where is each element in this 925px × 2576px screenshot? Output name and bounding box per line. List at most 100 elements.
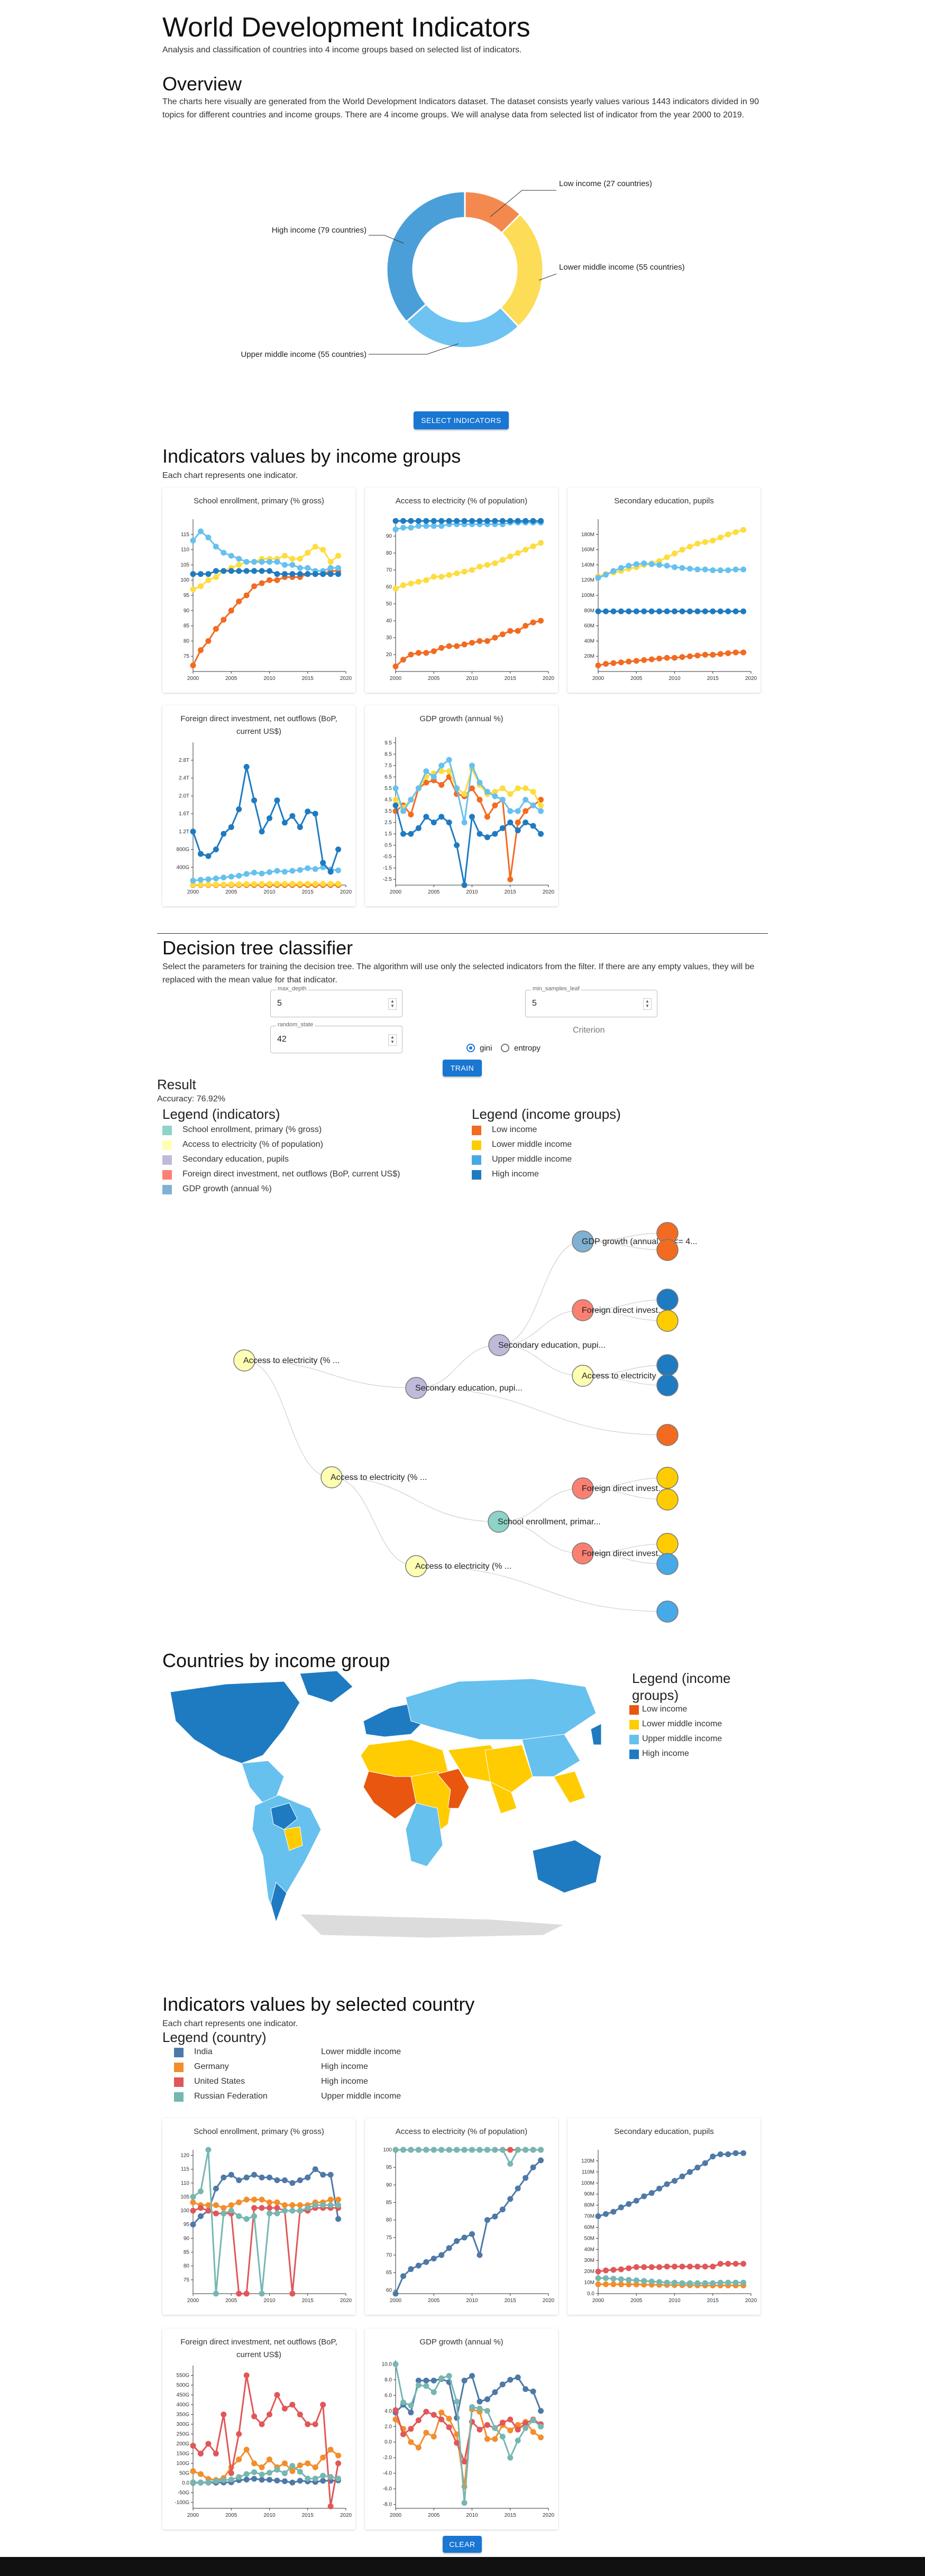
data-point[interactable] [289,2402,296,2408]
data-point[interactable] [267,559,272,565]
data-point[interactable] [679,654,685,660]
data-point[interactable] [515,550,521,556]
data-point[interactable] [461,2459,468,2465]
data-point[interactable] [469,518,475,524]
data-point[interactable] [400,582,406,588]
data-point[interactable] [221,2210,227,2216]
data-point[interactable] [499,2419,506,2426]
data-point[interactable] [335,880,342,887]
data-point[interactable] [725,2279,731,2286]
map-region[interactable] [590,1723,601,1745]
data-point[interactable] [274,2391,280,2398]
data-point[interactable] [408,2439,414,2445]
data-point[interactable] [641,608,647,614]
data-point[interactable] [717,567,723,573]
data-point[interactable] [312,571,318,577]
data-point[interactable] [297,2177,303,2184]
data-point[interactable] [259,881,265,887]
data-point[interactable] [312,2464,318,2470]
data-point[interactable] [228,2172,234,2178]
data-point[interactable] [484,834,490,841]
data-point[interactable] [461,2500,468,2506]
data-point[interactable] [236,881,242,887]
data-point[interactable] [595,662,601,668]
data-point[interactable] [431,2256,437,2262]
data-point[interactable] [595,2213,601,2220]
data-point[interactable] [190,829,196,835]
data-point[interactable] [717,608,723,614]
data-point[interactable] [515,628,521,634]
data-point[interactable] [251,869,258,876]
data-point[interactable] [438,762,445,769]
data-point[interactable] [423,2383,429,2389]
data-point[interactable] [305,565,311,571]
data-point[interactable] [499,2147,506,2153]
data-point[interactable] [236,806,242,813]
data-point[interactable] [213,2202,219,2209]
data-point[interactable] [664,2264,670,2270]
data-point[interactable] [610,608,617,614]
data-point[interactable] [618,2281,624,2287]
data-point[interactable] [392,526,399,532]
data-point[interactable] [259,2196,265,2203]
data-point[interactable] [717,2261,723,2267]
data-point[interactable] [243,881,250,887]
data-point[interactable] [281,2478,288,2485]
data-point[interactable] [251,2413,258,2419]
data-point[interactable] [672,2264,677,2270]
data-point[interactable] [431,2147,437,2153]
data-point[interactable] [438,645,445,651]
data-point[interactable] [523,796,529,803]
data-point[interactable] [507,808,514,814]
data-point[interactable] [320,547,326,553]
data-point[interactable] [400,2273,406,2279]
data-point[interactable] [633,2264,639,2270]
data-point[interactable] [251,881,258,887]
data-point[interactable] [213,544,219,550]
data-point[interactable] [251,2469,258,2476]
map-region[interactable] [299,1671,353,1703]
data-point[interactable] [530,2147,536,2153]
map-region[interactable] [363,1771,417,1819]
data-point[interactable] [274,2467,280,2473]
data-point[interactable] [327,2172,334,2178]
data-point[interactable] [507,2147,514,2153]
data-point[interactable] [274,868,280,874]
data-point[interactable] [484,2396,490,2403]
data-point[interactable] [297,2462,303,2469]
data-point[interactable] [205,535,212,541]
data-point[interactable] [281,2460,288,2467]
data-point[interactable] [740,608,747,614]
data-point[interactable] [243,2196,250,2203]
data-point[interactable] [197,583,204,590]
data-point[interactable] [213,2450,219,2457]
data-point[interactable] [423,2147,429,2153]
data-point[interactable] [523,547,529,553]
data-point[interactable] [664,563,670,569]
data-point[interactable] [648,561,655,567]
data-point[interactable] [243,2216,250,2222]
data-point[interactable] [461,882,468,888]
data-point[interactable] [392,802,399,808]
tree-leaf[interactable] [656,1289,679,1311]
data-point[interactable] [515,2147,521,2153]
data-point[interactable] [702,566,708,573]
data-point[interactable] [530,2417,536,2423]
data-point[interactable] [492,2389,498,2395]
data-point[interactable] [507,2427,514,2434]
data-point[interactable] [454,643,460,649]
data-point[interactable] [446,518,452,524]
data-point[interactable] [507,518,514,524]
data-point[interactable] [477,779,483,786]
data-point[interactable] [205,638,212,644]
data-point[interactable] [312,2476,318,2482]
data-point[interactable] [469,762,475,769]
map-region[interactable] [299,1913,565,1938]
data-point[interactable] [297,880,303,887]
data-point[interactable] [327,880,334,887]
data-point[interactable] [267,2174,272,2181]
data-point[interactable] [461,518,468,524]
data-point[interactable] [228,2477,234,2483]
data-point[interactable] [610,2209,617,2215]
data-point[interactable] [289,2290,296,2297]
